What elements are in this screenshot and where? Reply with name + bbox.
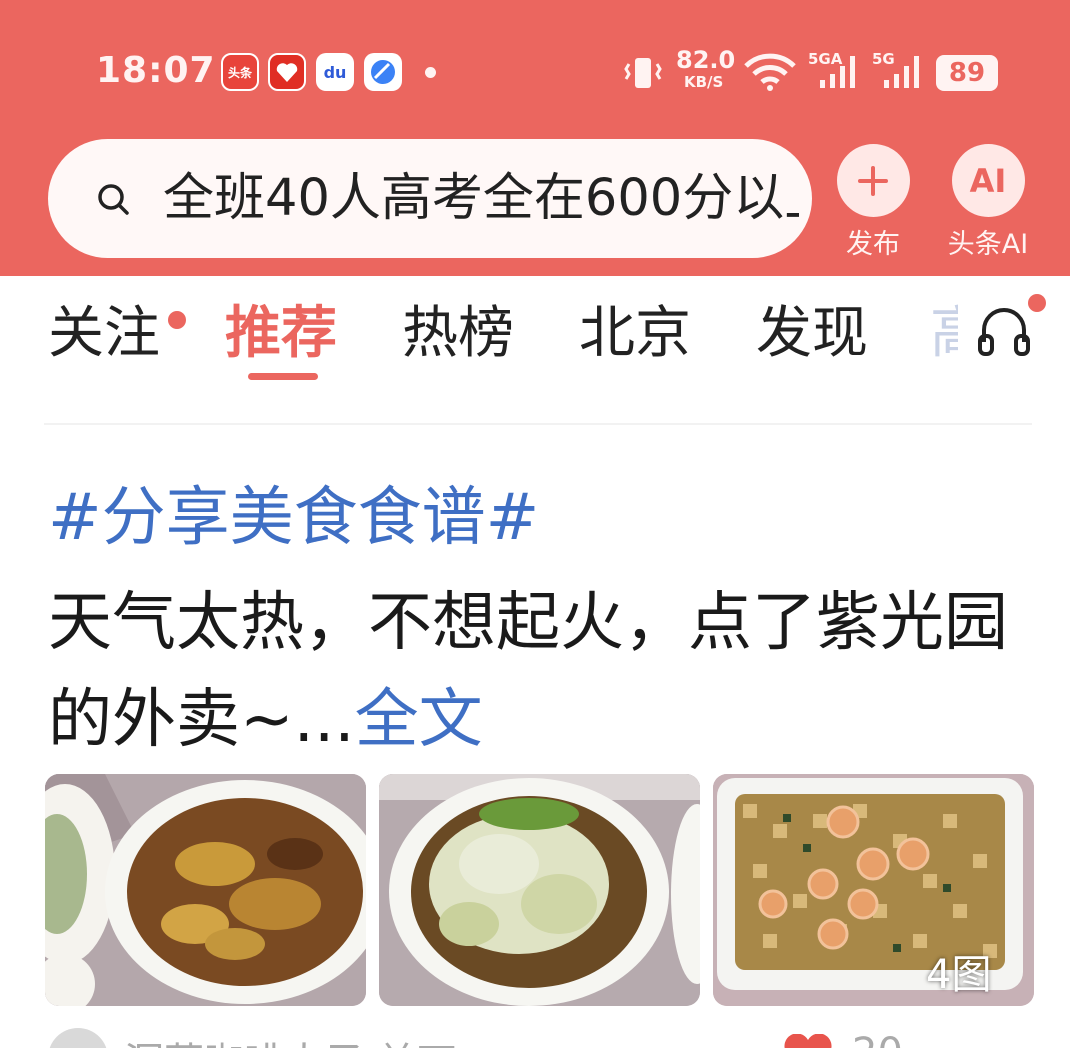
tab-discover[interactable]: 发现 (756, 299, 868, 369)
image-count-badge: 4图 (926, 952, 992, 998)
battery-icon: 89 (936, 55, 998, 91)
audio-update-dot (1028, 294, 1046, 312)
baidu-app-icon: du (316, 53, 354, 91)
signal1-icon (820, 56, 855, 88)
toutiao-app-icon: 头条 (221, 53, 259, 91)
publish-label: 发布 (846, 229, 900, 260)
tab-follow[interactable]: 关注 (48, 299, 160, 369)
read-more-link[interactable]: 全文 (355, 683, 483, 757)
avatar[interactable] (48, 1028, 108, 1048)
divider (44, 423, 1032, 425)
post-text[interactable]: 天气太热，不想起火，点了紫光园的外卖~...全文 (48, 575, 1028, 769)
search-query[interactable]: 全班40人高考全在600分以上 (163, 164, 799, 234)
signal2-icon (884, 56, 919, 88)
like-count: 20 (852, 1030, 903, 1048)
wifi-icon (744, 53, 796, 91)
toutiao-ai-button[interactable]: AI 头条AI (936, 144, 1040, 261)
browser-app-icon (364, 53, 402, 91)
net-speed-unit: KB/S (684, 73, 724, 91)
plus-icon (836, 144, 910, 217)
vibrate-icon (624, 58, 662, 88)
notification-dot (425, 67, 436, 78)
toutiao-ai-label: 头条AI (947, 229, 1029, 260)
tab-hot-list[interactable]: 热榜 (402, 299, 514, 369)
battery-level: 89 (948, 58, 986, 88)
active-tab-indicator (248, 373, 318, 380)
search-icon (98, 184, 129, 215)
heart-icon[interactable] (780, 1034, 836, 1048)
ai-icon: AI (951, 144, 1025, 217)
status-time: 18:07 (96, 50, 216, 91)
publish-button[interactable]: 发布 (821, 144, 925, 261)
tab-beijing[interactable]: 北京 (579, 299, 691, 369)
post-image-1[interactable] (45, 774, 366, 1006)
tab-overflow[interactable]: 高 (930, 299, 958, 369)
author-name[interactable]: 洞菲咖啡大子 兰丁 (124, 1030, 457, 1048)
follow-update-dot (168, 311, 186, 329)
headphones-icon[interactable] (976, 300, 1032, 360)
post-body: 天气太热，不想起火，点了紫光园的外卖~... (48, 586, 1008, 757)
post-image-2[interactable] (379, 774, 700, 1006)
post-topic-tag[interactable]: #分享美食食谱# (48, 478, 539, 558)
pinduoduo-app-icon (268, 53, 306, 91)
net-speed: 82.0 (676, 46, 736, 74)
tab-recommend[interactable]: 推荐 (225, 299, 337, 369)
